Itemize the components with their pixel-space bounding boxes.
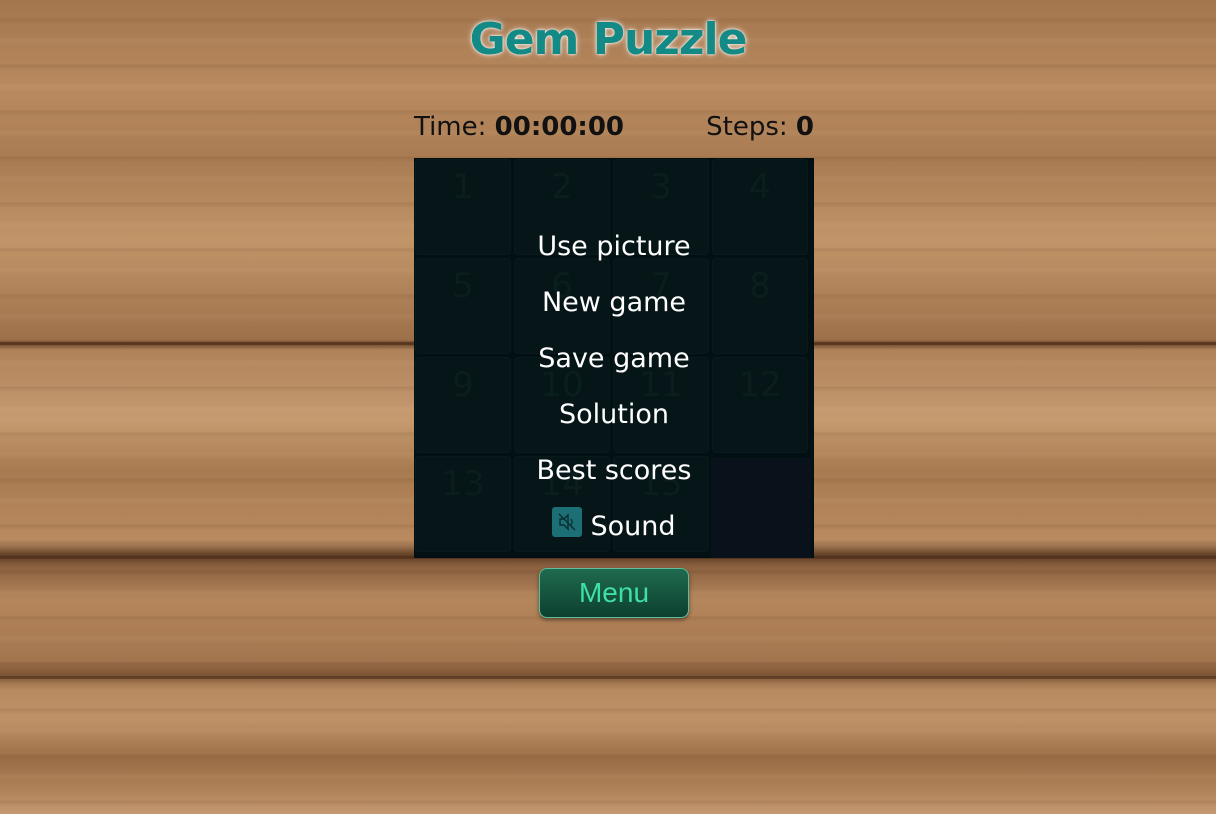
page-title: Gem Puzzle: [469, 14, 748, 65]
steps-label: Steps:: [706, 112, 788, 142]
menu-item-use-picture[interactable]: Use picture: [414, 224, 814, 280]
sound-muted-icon[interactable]: [552, 507, 583, 537]
menu-item-best-scores[interactable]: Best scores: [414, 448, 814, 504]
steps-value: 0: [795, 112, 814, 142]
menu-item-sound[interactable]: Sound: [414, 504, 814, 560]
step-counter: Steps: 0: [706, 112, 814, 142]
menu-list: Use picture New game Save game Solution …: [414, 224, 814, 560]
menu-item-solution[interactable]: Solution: [414, 392, 814, 448]
puzzle-board: 1 2 3 4 5 6 7 8 9 10 11 12 13 14 15 Use …: [414, 158, 814, 558]
time-label: Time:: [414, 112, 487, 142]
timer: Time: 00:00:00: [414, 112, 624, 142]
menu-item-new-game[interactable]: New game: [414, 280, 814, 336]
menu-overlay: Use picture New game Save game Solution …: [414, 158, 814, 558]
menu-item-save-game[interactable]: Save game: [414, 336, 814, 392]
stats-bar: Time: 00:00:00 Steps: 0: [414, 112, 814, 152]
menu-button[interactable]: Menu: [539, 568, 689, 618]
sound-label: Sound: [590, 511, 676, 542]
time-value: 00:00:00: [494, 112, 624, 142]
wood-plank-seam: [0, 676, 1216, 679]
